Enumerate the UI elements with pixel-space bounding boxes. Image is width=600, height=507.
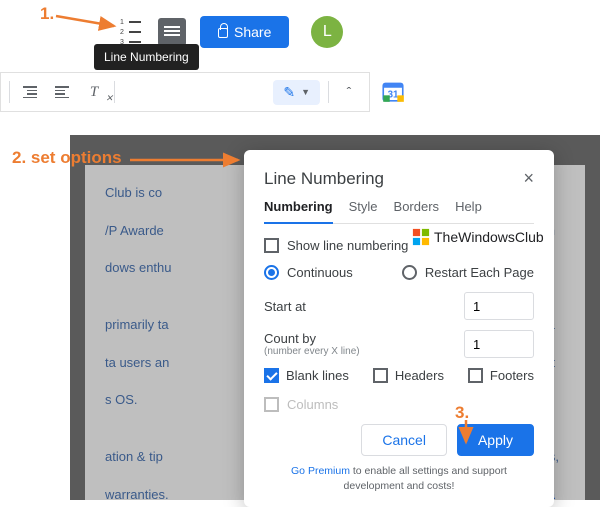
arrow-3 [458, 420, 478, 455]
show-line-numbering-label: Show line numbering [287, 238, 408, 253]
count-by-input[interactable] [464, 330, 534, 358]
divider [114, 81, 115, 103]
close-icon[interactable]: × [523, 168, 534, 189]
blank-lines-label: Blank lines [286, 368, 349, 383]
premium-footer: Go Premium to enable all settings and su… [264, 464, 534, 493]
columns-checkbox [264, 397, 279, 412]
cancel-button[interactable]: Cancel [361, 424, 447, 456]
chevron-down-icon: ▼ [301, 87, 310, 97]
arrow-1 [56, 10, 126, 45]
dialog-tabs: Numbering Style Borders Help [264, 199, 534, 224]
footers-checkbox[interactable] [468, 368, 483, 383]
footers-label: Footers [490, 368, 534, 383]
blank-lines-checkbox[interactable] [264, 368, 279, 383]
divider [9, 81, 10, 103]
restart-radio[interactable] [402, 265, 417, 280]
pencil-icon: ✎ [283, 84, 295, 101]
share-label: Share [234, 24, 271, 40]
headers-checkbox[interactable] [373, 368, 388, 383]
watermark: TheWindowsClub [412, 228, 544, 246]
dialog-title: Line Numbering [264, 169, 384, 189]
watermark-logo-icon [412, 228, 430, 246]
calendar-icon[interactable]: 31 [380, 78, 406, 104]
line-numbering-dialog: Line Numbering × Numbering Style Borders… [244, 150, 554, 507]
start-at-input[interactable] [464, 292, 534, 320]
editing-mode-button[interactable]: ✎ ▼ [273, 80, 320, 105]
watermark-text: TheWindowsClub [434, 229, 544, 245]
annotation-step2: 2. set options [12, 148, 122, 168]
indent-icon[interactable] [50, 82, 74, 102]
count-by-sublabel: (number every X line) [264, 346, 360, 357]
outdent-icon[interactable] [18, 82, 42, 102]
divider [328, 81, 329, 103]
clear-formatting-icon[interactable]: T✕ [82, 82, 106, 102]
show-line-numbering-checkbox[interactable] [264, 238, 279, 253]
columns-label: Columns [287, 397, 338, 412]
arrow-2 [130, 148, 250, 183]
tab-help[interactable]: Help [455, 199, 482, 223]
tab-numbering[interactable]: Numbering [264, 199, 333, 224]
count-by-label: Count by [264, 331, 360, 346]
avatar[interactable]: L [311, 16, 343, 48]
hide-menus-icon[interactable]: ˆ [337, 82, 361, 102]
continuous-radio[interactable] [264, 265, 279, 280]
headers-label: Headers [395, 368, 444, 383]
start-at-label: Start at [264, 299, 306, 314]
format-toolbar: T✕ ✎ ▼ ˆ [0, 72, 370, 112]
go-premium-link[interactable]: Go Premium [291, 465, 350, 477]
annotation-step1: 1. [40, 4, 54, 24]
tab-borders[interactable]: Borders [394, 199, 440, 223]
tab-style[interactable]: Style [349, 199, 378, 223]
line-numbering-tooltip: Line Numbering [94, 44, 199, 70]
comment-icon[interactable] [158, 18, 186, 46]
continuous-label: Continuous [287, 265, 353, 280]
restart-label: Restart Each Page [425, 265, 534, 280]
lock-icon [218, 28, 228, 38]
share-button[interactable]: Share [200, 16, 289, 48]
